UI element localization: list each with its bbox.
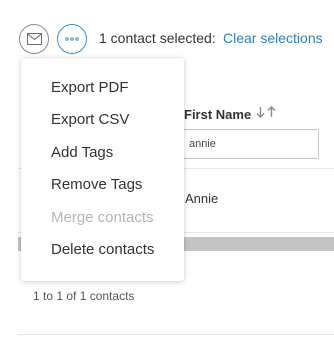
more-actions-button[interactable] [57, 24, 87, 54]
menu-item-export-pdf[interactable]: Export PDF [21, 72, 184, 104]
menu-item-merge-contacts: Merge contacts [51, 208, 154, 226]
sort-controls [256, 106, 276, 118]
ellipsis-icon [65, 37, 79, 41]
first-name-filter-input[interactable] [182, 129, 319, 159]
paging-summary: 1 to 1 of 1 contacts [33, 289, 135, 303]
menu-item-export-csv[interactable]: Export CSV [21, 104, 184, 136]
first-name-cell: Annie [185, 191, 219, 206]
clear-selections-link[interactable]: Clear selections [223, 30, 323, 46]
menu-item-remove-tags[interactable]: Remove Tags [21, 169, 184, 201]
email-button[interactable] [19, 24, 49, 54]
selection-count-text: 1 contact selected: [99, 30, 216, 46]
menu-item-delete-contacts[interactable]: Delete contacts [21, 234, 184, 266]
menu-item-add-tags[interactable]: Add Tags [21, 137, 184, 169]
envelope-icon [26, 33, 42, 45]
footer-divider [18, 334, 334, 335]
column-header-first-name[interactable]: First Name [184, 107, 251, 122]
arrow-up-icon[interactable] [267, 106, 276, 118]
more-actions-menu: Export PDF Export CSV Add Tags Remove Ta… [21, 58, 184, 281]
toolbar: 1 contact selected: Clear selections [19, 24, 334, 54]
arrow-down-icon[interactable] [256, 106, 265, 118]
